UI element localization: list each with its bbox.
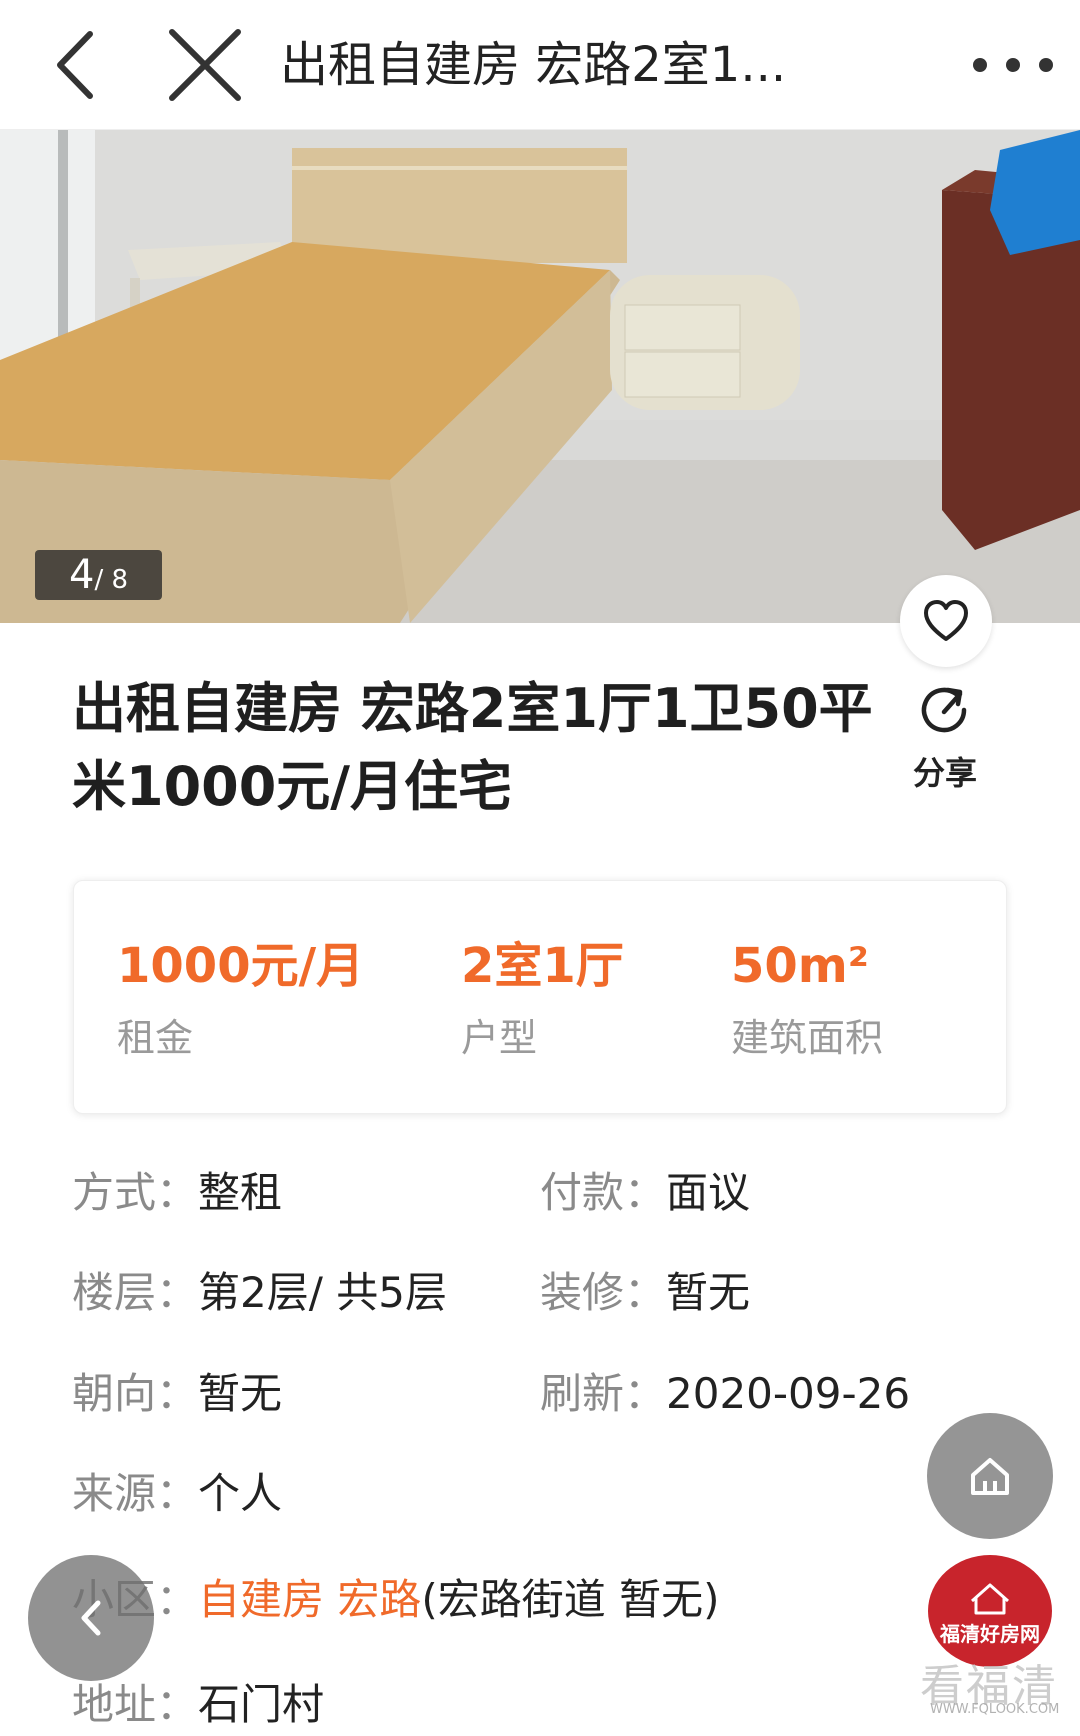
photo-counter: 4/ 8 xyxy=(35,550,162,600)
rent-stat: 1000元/月 租金 xyxy=(117,936,364,1068)
listing-title: 出租自建房 宏路2室1厅1卫50平米1000元/月住宅 xyxy=(72,677,873,818)
more-dots-icon xyxy=(973,58,1053,72)
detail-key: 楼层： xyxy=(72,1268,199,1317)
detail-value: 2020-09-26 xyxy=(666,1369,911,1418)
detail-value: 面议 xyxy=(666,1168,751,1217)
chevron-left-icon xyxy=(81,1600,101,1636)
home-button[interactable] xyxy=(927,1413,1053,1539)
page-title: 出租自建房 宏路2室1... xyxy=(280,37,787,93)
detail-value: 个人 xyxy=(198,1469,283,1518)
layout-value: 2室1厅 xyxy=(461,938,624,994)
favorite-button[interactable] xyxy=(900,575,992,667)
detail-address: 地址：石门村 xyxy=(72,1675,324,1735)
chevron-left-icon xyxy=(57,31,93,99)
detail-value: 石门村 xyxy=(198,1680,325,1729)
detail-mode: 方式：整租 xyxy=(72,1163,282,1223)
floating-back-button[interactable] xyxy=(28,1555,154,1681)
layout-caption: 户型 xyxy=(461,1016,538,1060)
back-button[interactable] xyxy=(28,20,118,110)
detail-key: 朝向： xyxy=(72,1369,199,1418)
area-stat: 50m² 建筑面积 xyxy=(731,936,883,1068)
detail-value: 整租 xyxy=(198,1168,283,1217)
listing-photo[interactable] xyxy=(0,130,1080,623)
rent-value: 1000元/月 xyxy=(117,938,365,994)
house-logo-icon xyxy=(971,1583,1009,1615)
detail-source: 来源：个人 xyxy=(72,1464,282,1524)
photo-counter-total: / 8 xyxy=(94,565,129,595)
detail-orientation: 朝向：暂无 xyxy=(72,1364,282,1424)
heart-icon xyxy=(924,600,968,641)
share-icon xyxy=(921,687,967,733)
share-label: 分享 xyxy=(912,754,977,792)
community-extra: (宏路街道 暂无) xyxy=(421,1575,720,1624)
home-icon xyxy=(971,1458,1009,1495)
bedroom-photo xyxy=(0,130,1080,623)
layout-stat: 2室1厅 户型 xyxy=(461,936,624,1068)
detail-floor: 楼层：第2层/ 共5层 xyxy=(72,1263,447,1323)
detail-key: 来源： xyxy=(72,1469,199,1518)
more-button[interactable] xyxy=(968,20,1058,110)
rent-caption: 租金 xyxy=(117,1016,194,1060)
detail-key: 地址： xyxy=(72,1680,199,1729)
photo-counter-current: 4 xyxy=(68,552,95,598)
detail-key: 方式： xyxy=(72,1168,199,1217)
area-value: 50m² xyxy=(731,938,869,994)
top-nav-bar: 出租自建房 宏路2室1... xyxy=(0,0,1080,130)
detail-key: 刷新： xyxy=(540,1369,667,1418)
detail-value: 暂无 xyxy=(198,1369,283,1418)
listing-page: 出租自建房 宏路2室1... 4/ 8 出租自建房 宏路2室1厅1卫50平米10… xyxy=(0,0,1080,1736)
detail-key: 付款： xyxy=(540,1168,667,1217)
summary-card: 1000元/月 租金 2室1厅 户型 50m² 建筑面积 xyxy=(73,880,1007,1114)
detail-payment: 付款：面议 xyxy=(540,1163,750,1223)
area-caption: 建筑面积 xyxy=(731,1016,884,1060)
share-button[interactable]: 分享 xyxy=(900,680,990,792)
close-icon xyxy=(169,29,241,101)
watermark-url: WWW.FQLOOK.COM xyxy=(930,1702,1060,1717)
detail-key: 装修： xyxy=(540,1268,667,1317)
detail-refresh: 刷新：2020-09-26 xyxy=(540,1364,910,1424)
close-button[interactable] xyxy=(160,20,250,110)
detail-community: 小区：自建房 宏路(宏路街道 暂无) xyxy=(72,1570,720,1630)
brand-logo-text: 福清好房网 xyxy=(940,1622,1040,1646)
detail-value: 暂无 xyxy=(666,1268,751,1317)
detail-value: 第2层/ 共5层 xyxy=(198,1268,447,1317)
community-link[interactable]: 自建房 宏路 xyxy=(198,1575,421,1624)
detail-decoration: 装修：暂无 xyxy=(540,1263,750,1323)
